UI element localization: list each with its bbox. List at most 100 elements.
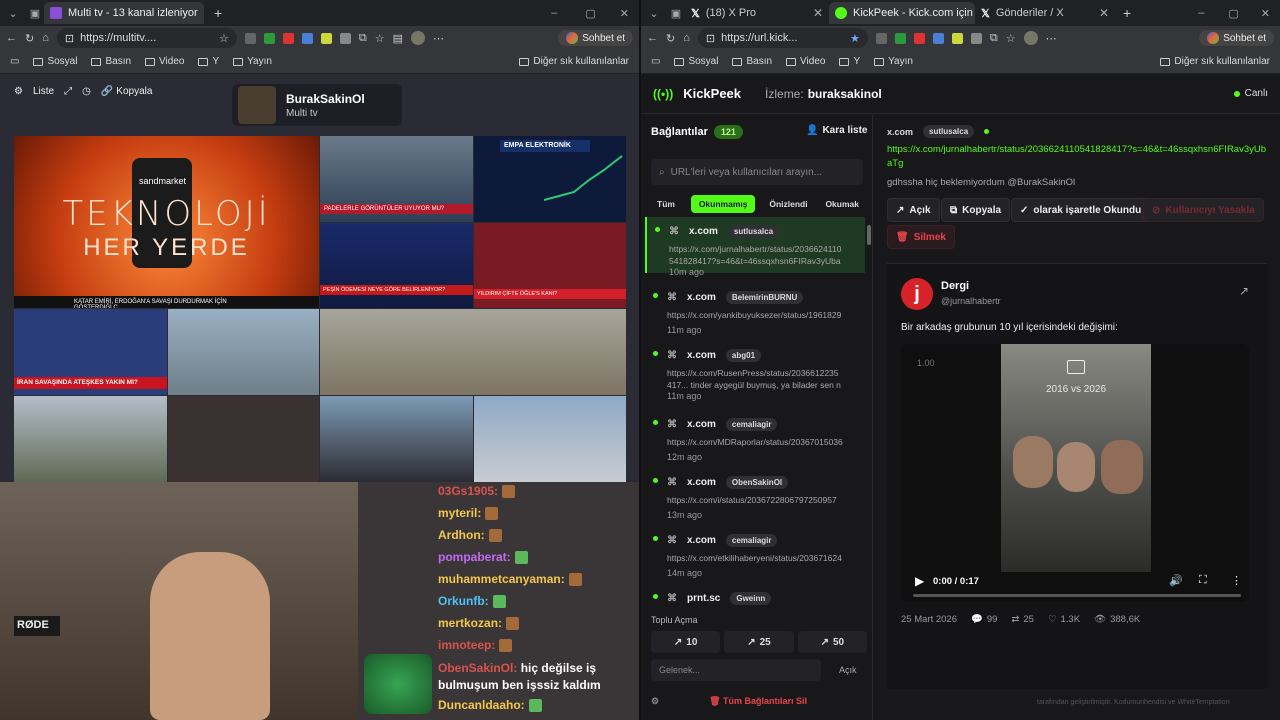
- split-screen-icon[interactable]: ⧉: [990, 32, 998, 45]
- extension-icon[interactable]: [282, 32, 294, 44]
- play-icon[interactable]: ▶: [915, 574, 924, 588]
- filter-unread[interactable]: Okunmamış: [690, 195, 756, 213]
- stream-tile[interactable]: İRAN SAVAŞINDA ATEŞKES YAKIN MI?: [14, 309, 167, 395]
- other-bookmarks[interactable]: Diğer sık kullanılanlar: [1160, 56, 1270, 67]
- list-item[interactable]: ⌘ x.com sutlusalca https://x.com/jurnalhab…: [645, 217, 865, 277]
- favorite-star-icon[interactable]: ★: [850, 32, 860, 45]
- stream-tile[interactable]: PADELERLE GÖRÜNTÜLER UYUYOR MU?: [320, 136, 473, 222]
- open-button[interactable]: ↗ Açık: [887, 198, 940, 222]
- back-icon[interactable]: ←: [6, 32, 17, 44]
- new-tab-icon[interactable]: +: [214, 5, 222, 21]
- reload-icon[interactable]: ↻: [666, 32, 675, 45]
- bookmark-folder[interactable]: Yayın: [233, 56, 272, 67]
- video-progress-bar[interactable]: [913, 594, 1241, 597]
- extension-icon[interactable]: [932, 32, 944, 44]
- settings-button[interactable]: ⚙: [14, 86, 23, 97]
- stream-tile[interactable]: PEŞİN ÖDEMESİ NEYE GÖRE BELİRLENİYOR?: [320, 223, 473, 308]
- delete-all-button[interactable]: 🗑 Tüm Bağlantıları Sil: [709, 696, 807, 707]
- next-input[interactable]: Gelenek...: [651, 659, 821, 681]
- bookmark-folder[interactable]: Y: [198, 56, 219, 67]
- extension-icon[interactable]: [301, 32, 313, 44]
- sidebar-toggle-icon[interactable]: ▭: [10, 56, 19, 67]
- copilot-button[interactable]: Sohbet et: [558, 30, 633, 46]
- favorite-star-icon[interactable]: ☆: [219, 32, 229, 45]
- extension-icon[interactable]: [951, 32, 963, 44]
- home-icon[interactable]: ⌂: [683, 32, 690, 44]
- open-10-button[interactable]: ↗ 10: [651, 631, 721, 653]
- bookmark-folder[interactable]: Sosyal: [33, 56, 77, 67]
- list-item[interactable]: ⌘ x.com ObenSakinOl https://x.com/i/status…: [645, 468, 865, 524]
- list-item[interactable]: ⌘ x.com cemaliagir https://x.com/MDRaporla…: [645, 410, 865, 466]
- ban-user-button[interactable]: ⊘ Kullanıcıyı Yasakla: [1143, 198, 1264, 222]
- close-tab-icon[interactable]: ✕: [813, 6, 823, 20]
- stream-tile[interactable]: [320, 396, 473, 482]
- tab-posts[interactable]: 𝕏 Gönderiler / X ✕: [975, 2, 1115, 24]
- back-icon[interactable]: ←: [647, 32, 658, 44]
- mark-read-button[interactable]: ✓ olarak işaretle Okundu: [1011, 198, 1151, 222]
- copy-link-button[interactable]: 🔗 Kopyala: [101, 86, 153, 97]
- extension-icon[interactable]: [320, 32, 332, 44]
- stream-tile[interactable]: [168, 396, 319, 482]
- channel-card[interactable]: BurakSakinOl Multi tv: [232, 84, 402, 126]
- maximize-icon[interactable]: ▢: [1216, 7, 1250, 20]
- list-scrollbar[interactable]: [867, 225, 871, 245]
- stream-tile[interactable]: [474, 396, 626, 482]
- blacklist-button[interactable]: 👤 Kara liste: [806, 125, 867, 136]
- more-menu-icon[interactable]: ⋯: [433, 32, 444, 45]
- list-item[interactable]: ⌘ x.com cemaliagir https://x.com/etkilihab…: [645, 526, 865, 582]
- address-bar[interactable]: ⊡ https://url.kick... ★: [697, 28, 868, 48]
- site-info-icon[interactable]: ⊡: [706, 32, 715, 45]
- bookmark-folder[interactable]: Yayın: [874, 56, 913, 67]
- list-button[interactable]: Liste: [33, 86, 54, 97]
- stream-tile[interactable]: [168, 309, 319, 395]
- copy-button[interactable]: ⧉ Kopyala: [941, 198, 1011, 222]
- extension-icon[interactable]: [875, 32, 887, 44]
- tweet-video-player[interactable]: 1.00 2016 vs 2026 ▶ 0:00 / 0:17 🔊 ⛶ ⋮: [901, 344, 1249, 602]
- external-link-icon[interactable]: ↗: [1239, 284, 1249, 298]
- extension-icon[interactable]: [263, 32, 275, 44]
- tab-menu-icon[interactable]: ⌄: [641, 7, 667, 20]
- workspace-icon[interactable]: ▣: [667, 7, 685, 20]
- extension-icon[interactable]: [244, 32, 256, 44]
- site-info-icon[interactable]: ⊡: [65, 32, 74, 45]
- tab-multitv[interactable]: Multi tv - 13 kanal izleniyor ✕: [44, 2, 204, 24]
- tab-x-pro[interactable]: 𝕏 (18) X Pro ✕: [685, 2, 829, 24]
- more-menu-icon[interactable]: ⋯: [1046, 32, 1057, 45]
- bookmark-folder[interactable]: Video: [786, 56, 825, 67]
- minimize-icon[interactable]: –: [537, 7, 571, 19]
- detail-url-link[interactable]: https://x.com/jurnalhabertr/status/20366…: [887, 143, 1267, 171]
- split-screen-icon[interactable]: ⧉: [359, 32, 367, 45]
- minimize-icon[interactable]: –: [1186, 7, 1216, 19]
- list-item[interactable]: ⌘ x.com abg01 https://x.com/RusenPress/sta…: [645, 341, 865, 401]
- filter-previewed[interactable]: Önizlendi: [765, 195, 811, 213]
- home-icon[interactable]: ⌂: [42, 32, 49, 44]
- extension-icon[interactable]: [970, 32, 982, 44]
- other-bookmarks[interactable]: Diğer sık kullanılanlar: [519, 56, 629, 67]
- delete-button[interactable]: 🗑 Silmek: [887, 225, 955, 249]
- sidebar-toggle-icon[interactable]: ▭: [651, 56, 660, 67]
- stream-tile[interactable]: YILDIRIM ÇİFTE ÖĞLE'S KANI?: [474, 223, 626, 308]
- filter-all[interactable]: Tüm: [651, 195, 681, 213]
- tab-kickpeek[interactable]: KickPeek - Kick.com için G: [829, 2, 975, 24]
- video-menu-icon[interactable]: ⋮: [1231, 574, 1242, 587]
- close-tab-icon[interactable]: ✕: [1099, 6, 1109, 20]
- close-window-icon[interactable]: ✕: [610, 7, 639, 20]
- profile-avatar[interactable]: [1023, 31, 1038, 45]
- favorites-icon[interactable]: ☆: [1006, 32, 1016, 45]
- filter-read[interactable]: Okumak: [821, 195, 863, 213]
- collections-icon[interactable]: ▤: [393, 32, 403, 45]
- reload-icon[interactable]: ↻: [25, 32, 34, 45]
- volume-icon[interactable]: 🔊: [1169, 574, 1183, 587]
- tab-menu-icon[interactable]: ⌄: [0, 7, 26, 20]
- address-bar[interactable]: ⊡ https://multitv.... ☆: [56, 28, 237, 48]
- fullscreen-button[interactable]: ⤢: [64, 86, 72, 97]
- open-50-button[interactable]: ↗ 50: [797, 631, 867, 653]
- fullscreen-icon[interactable]: ⛶: [1199, 574, 1207, 587]
- bookmark-folder[interactable]: Basın: [732, 56, 772, 67]
- gear-icon[interactable]: ⚙: [651, 696, 659, 707]
- stream-tile[interactable]: EMPA ELEKTRONİK: [474, 136, 626, 222]
- profile-avatar[interactable]: [411, 31, 426, 45]
- close-window-icon[interactable]: ✕: [1251, 7, 1280, 20]
- favorites-icon[interactable]: ☆: [375, 32, 385, 45]
- search-input[interactable]: ⌕ URL'leri veya kullanıcıları arayın...: [651, 159, 863, 185]
